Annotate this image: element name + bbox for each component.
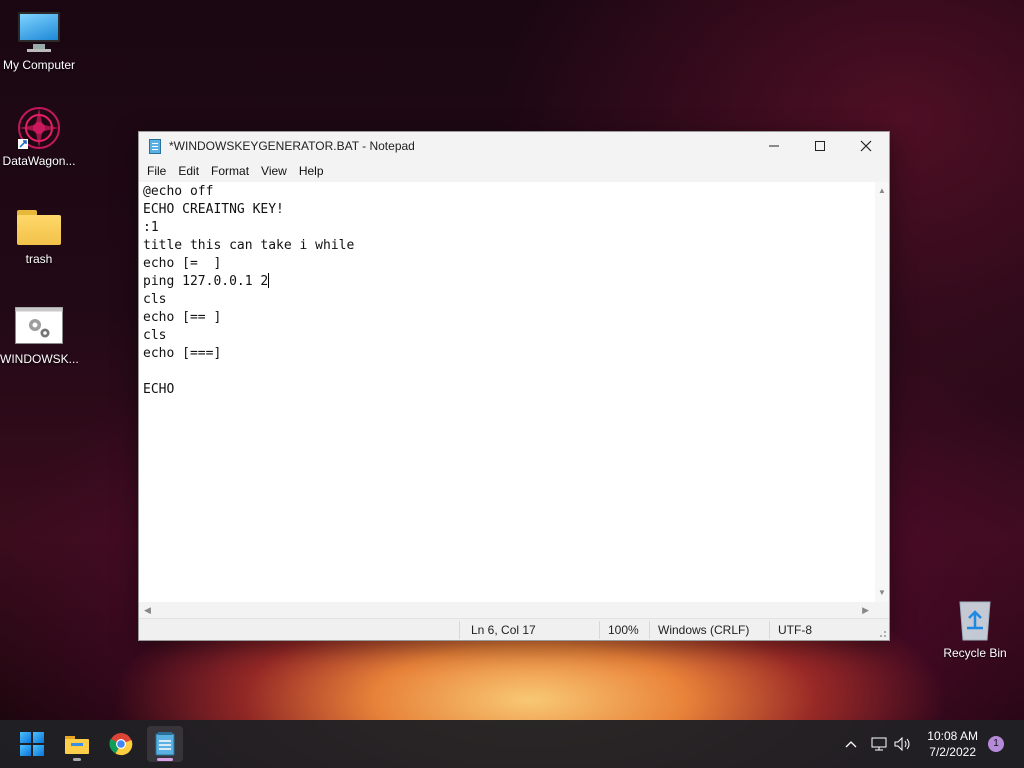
recycle-bin-icon [955,598,995,642]
desktop-icon-my-computer[interactable]: My Computer [0,10,78,72]
editor-line: echo [== ] [143,310,222,325]
title-bar[interactable]: *WINDOWSKEYGENERATOR.BAT - Notepad [139,132,889,160]
window-title: *WINDOWSKEYGENERATOR.BAT - Notepad [169,139,415,153]
network-button[interactable] [866,737,892,751]
volume-button[interactable] [892,737,914,751]
scroll-left-icon[interactable]: ◀ [144,602,151,618]
start-icon [20,732,44,756]
network-icon [871,737,887,751]
clock-time: 10:08 AM [927,729,978,743]
text-editor[interactable]: @echo off ECHO CREAITNG KEY! :1 title this … [143,182,875,602]
status-encoding: UTF-8 [778,623,812,637]
editor-line: cls [143,292,167,307]
menu-help[interactable]: Help [293,164,330,178]
computer-icon [15,10,63,54]
chevron-up-icon [845,741,857,748]
taskbar-chrome[interactable] [103,726,139,762]
maximize-button[interactable] [797,132,843,160]
status-zoom: 100% [608,623,639,637]
menu-bar: File Edit Format View Help [139,160,889,182]
editor-line: :1 [143,220,159,235]
menu-view[interactable]: View [255,164,293,178]
status-divider [649,621,650,639]
resize-grip-icon[interactable] [877,628,887,638]
clock[interactable]: 10:08 AM 7/2/2022 [927,728,978,760]
volume-icon [894,737,910,751]
notepad-icon [155,732,175,756]
status-divider [769,621,770,639]
editor-line: ECHO [143,382,175,397]
editor-line: echo [= ] [143,256,222,271]
horizontal-scrollbar[interactable]: ◀ ▶ [139,602,889,618]
close-button[interactable] [843,132,889,160]
scroll-down-icon[interactable]: ▼ [875,586,889,600]
minimize-icon [769,145,779,147]
desktop-icon-recycle-bin[interactable]: Recycle Bin [936,598,1014,660]
status-bar: Ln 6, Col 17 100% Windows (CRLF) UTF-8 [139,618,889,640]
file-explorer-icon [65,736,89,754]
notepad-icon [149,138,161,154]
maximize-icon [815,141,825,151]
chrome-icon [109,733,133,756]
folder-icon [15,204,63,248]
notepad-window: *WINDOWSKEYGENERATOR.BAT - Notepad File … [138,131,890,641]
editor-area: @echo off ECHO CREAITNG KEY! :1 title this … [139,182,889,602]
menu-edit[interactable]: Edit [172,164,205,178]
close-icon [860,140,872,152]
batch-file-icon [15,304,63,348]
menu-file[interactable]: File [141,164,172,178]
desktop-icon-label: DataWagon... [2,154,76,168]
status-line-endings: Windows (CRLF) [658,623,750,637]
editor-line: ECHO CREAITNG KEY! [143,202,284,217]
minimize-button[interactable] [751,132,797,160]
vertical-scrollbar[interactable]: ▲ ▼ [875,182,889,602]
show-hidden-icons-button[interactable] [842,740,860,748]
text-caret [268,273,270,288]
editor-line: echo [===] [143,346,222,361]
desktop-icon-label: trash [25,252,53,266]
status-cursor-position: Ln 6, Col 17 [471,623,536,637]
desktop-icon-label: My Computer [2,58,76,72]
start-button[interactable] [14,726,50,762]
desktop-icon-datawagon[interactable]: DataWagon... [0,106,78,168]
running-indicator [73,758,81,761]
current-line-text: ping 127.0.0.1 2 [143,274,269,289]
taskbar-notepad[interactable] [147,726,183,762]
desktop-icon-windowskeygenerator[interactable]: WINDOWSK... [0,304,78,366]
running-indicator [157,758,173,761]
clock-date: 7/2/2022 [929,745,976,759]
system-tray [842,720,914,768]
status-divider [599,621,600,639]
editor-line-current: ping 127.0.0.1 2 [143,273,875,291]
menu-format[interactable]: Format [205,164,255,178]
editor-line: @echo off [143,184,214,199]
scroll-right-icon[interactable]: ▶ [862,602,869,618]
taskbar-file-explorer[interactable] [59,726,95,762]
editor-line: title this can take i while [143,238,355,253]
notification-badge[interactable]: 1 [988,736,1004,752]
taskbar: 10:08 AM 7/2/2022 1 [0,720,1024,768]
desktop-icon-label: WINDOWSK... [0,352,78,366]
editor-line: cls [143,328,167,343]
scroll-up-icon[interactable]: ▲ [875,184,889,198]
datawagon-shortcut-icon [15,106,63,150]
status-divider [459,621,460,639]
desktop-icon-label: Recycle Bin [943,646,1007,660]
desktop-icon-trash-folder[interactable]: trash [0,204,78,266]
